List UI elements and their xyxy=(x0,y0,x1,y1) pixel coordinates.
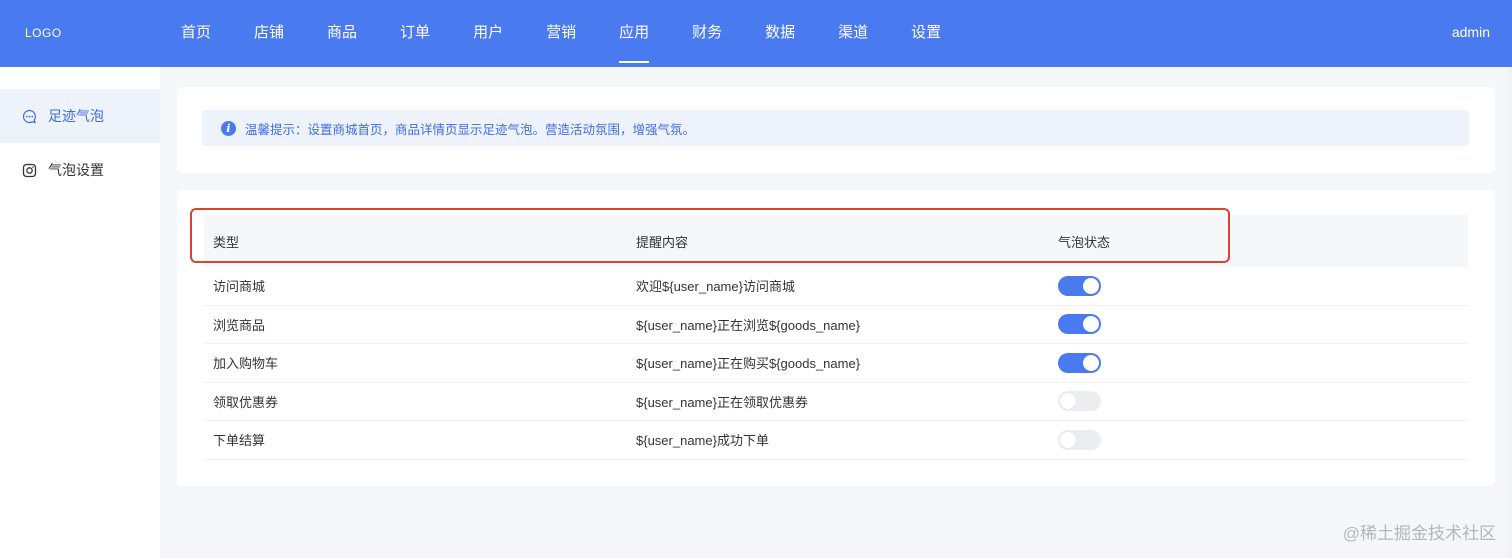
nav-item-finance[interactable]: 财务 xyxy=(692,0,722,67)
nav-item-apps[interactable]: 应用 xyxy=(619,0,650,67)
nav-item-home[interactable]: 首页 xyxy=(181,0,211,67)
sidebar-item-label: 足迹气泡 xyxy=(48,108,104,124)
chat-bubble-icon xyxy=(22,109,37,124)
table-row: 领取优惠券 ${user_name}正在领取优惠券 xyxy=(204,383,1468,421)
annotation-highlight-box xyxy=(190,208,1230,263)
watermark: @稀土掘金技术社区 xyxy=(1342,524,1496,543)
nav-item-orders[interactable]: 订单 xyxy=(400,0,430,67)
cell-type: 浏览商品 xyxy=(213,317,266,333)
table-row: 加入购物车 ${user_name}正在购买${goods_name} xyxy=(204,344,1468,383)
cell-type: 加入购物车 xyxy=(213,356,279,372)
table-row: 下单结算 ${user_name}成功下单 xyxy=(204,421,1468,460)
sidebar-item-footprint-bubble[interactable]: 足迹气泡 xyxy=(0,89,160,143)
table-row: 访问商城 欢迎${user_name}访问商城 xyxy=(204,267,1468,306)
bubble-status-toggle[interactable] xyxy=(1058,314,1101,335)
nav-item-data[interactable]: 数据 xyxy=(765,0,795,67)
table-row: 浏览商品 ${user_name}正在浏览${goods_name} xyxy=(204,306,1468,344)
cell-content: 欢迎${user_name}访问商城 xyxy=(636,279,795,295)
cell-content: ${user_name}成功下单 xyxy=(636,433,769,449)
nav-item-marketing[interactable]: 营销 xyxy=(546,0,576,67)
main-nav: 首页 店铺 商品 订单 用户 营销 应用 财务 数据 渠道 设置 xyxy=(181,0,984,67)
bubble-status-toggle[interactable] xyxy=(1058,391,1101,412)
toggle-knob xyxy=(1060,393,1076,410)
instagram-icon xyxy=(22,163,37,178)
cell-type: 访问商城 xyxy=(213,279,266,295)
cell-type: 下单结算 xyxy=(213,433,266,449)
info-icon: i xyxy=(221,120,236,136)
nav-item-goods[interactable]: 商品 xyxy=(327,0,357,67)
tip-banner: i 温馨提示：设置商城首页，商品详情页显示足迹气泡。营造活动氛围，增强气氛。 xyxy=(202,110,1469,146)
cell-type: 领取优惠券 xyxy=(213,394,279,410)
cell-content: ${user_name}正在购买${goods_name} xyxy=(636,356,861,372)
sidebar-item-bubble-settings[interactable]: 气泡设置 xyxy=(0,143,160,197)
logo: LOGO xyxy=(25,26,62,40)
toggle-knob xyxy=(1083,277,1099,294)
tip-text: 温馨提示：设置商城首页，商品详情页显示足迹气泡。营造活动氛围，增强气氛。 xyxy=(245,122,696,137)
toggle-knob xyxy=(1083,354,1099,371)
nav-item-store[interactable]: 店铺 xyxy=(254,0,284,67)
bubble-status-toggle[interactable] xyxy=(1058,352,1101,373)
bubble-status-toggle[interactable] xyxy=(1058,275,1101,296)
toggle-knob xyxy=(1083,316,1099,333)
scrollbar[interactable] xyxy=(1508,67,1512,558)
user-menu[interactable]: admin xyxy=(1452,24,1490,40)
nav-item-settings[interactable]: 设置 xyxy=(911,0,941,67)
nav-item-users[interactable]: 用户 xyxy=(473,0,503,67)
top-navigation-bar: LOGO 首页 店铺 商品 订单 用户 营销 应用 财务 数据 渠道 设置 ad… xyxy=(0,0,1512,67)
sidebar: 足迹气泡 气泡设置 xyxy=(0,67,160,558)
sidebar-item-label: 气泡设置 xyxy=(48,162,104,178)
cell-content: ${user_name}正在领取优惠券 xyxy=(636,394,808,410)
nav-item-channels[interactable]: 渠道 xyxy=(838,0,868,67)
bubble-status-toggle[interactable] xyxy=(1058,429,1101,450)
cell-content: ${user_name}正在浏览${goods_name} xyxy=(636,317,861,333)
toggle-knob xyxy=(1060,431,1076,448)
